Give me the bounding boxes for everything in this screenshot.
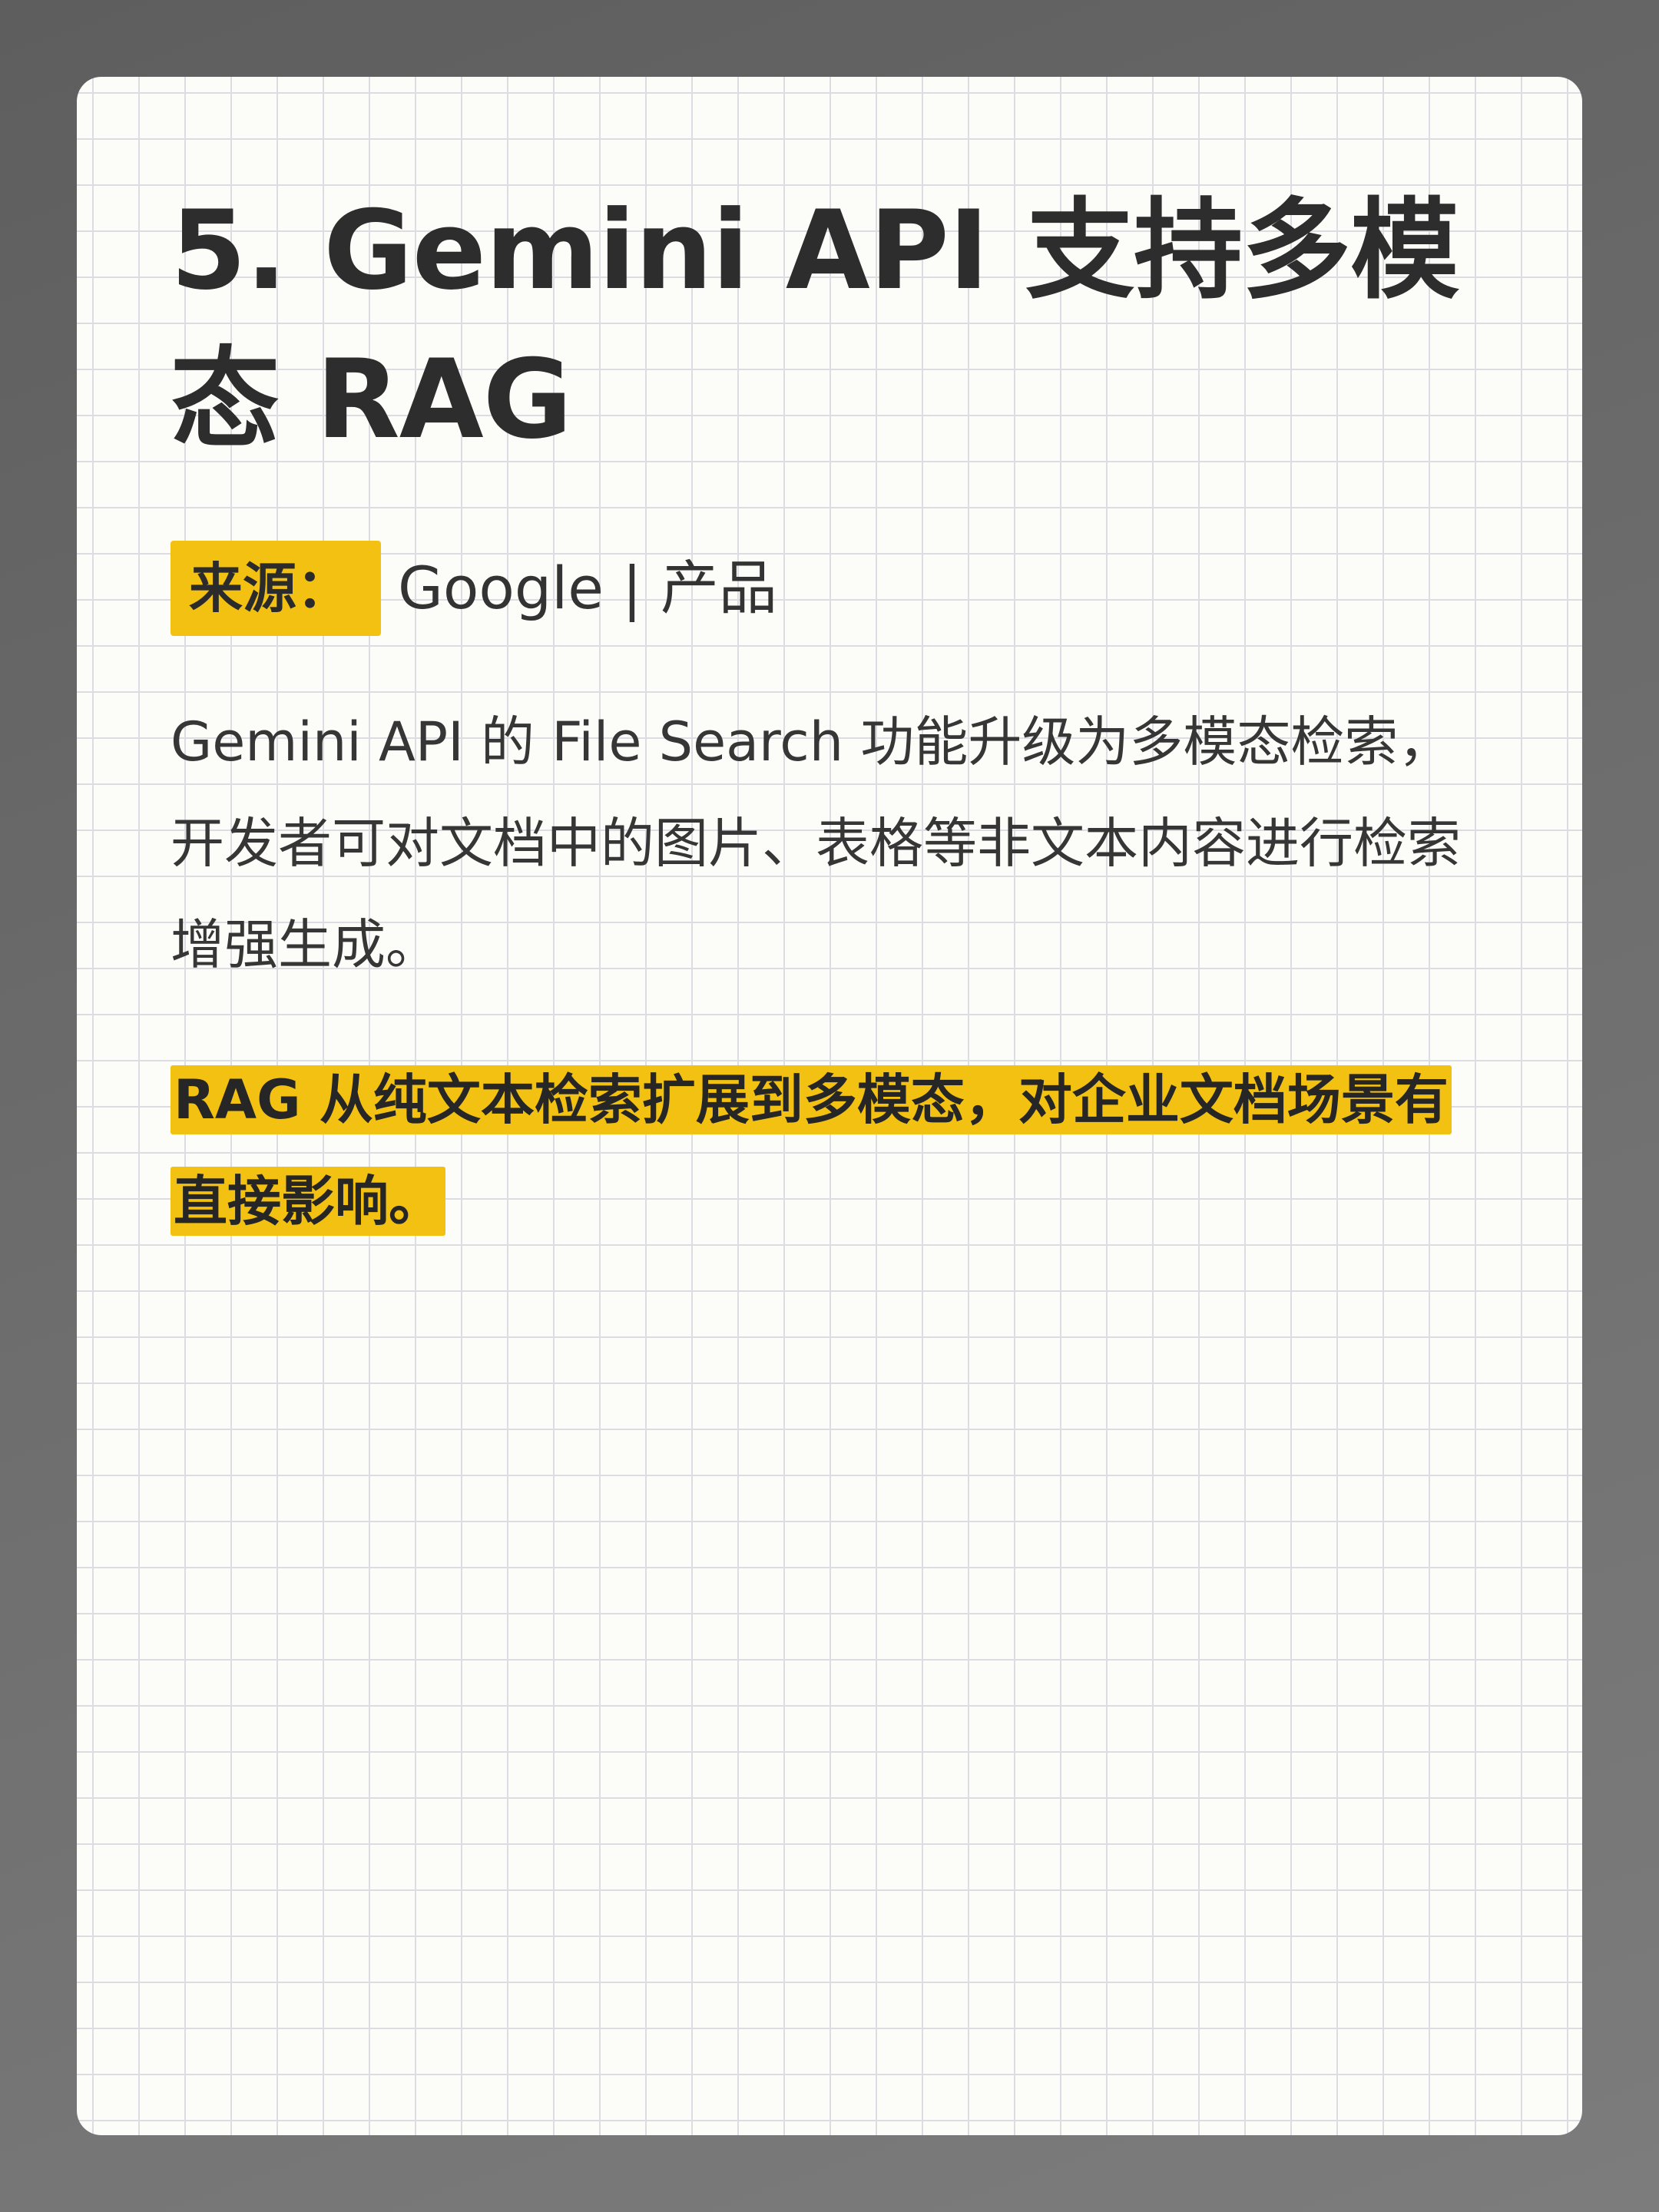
card-title: 5. Gemini API 支持多模态 RAG <box>171 187 1459 463</box>
highlight-text: RAG 从纯文本检索扩展到多模态，对企业文档场景有直接影响。 <box>171 1065 1452 1236</box>
source-value: Google | 产品 <box>398 554 777 622</box>
highlight-box: RAG 从纯文本检索扩展到多模态，对企业文档场景有直接影响。 <box>171 1049 1488 1252</box>
source-row: 来源： Google | 产品 <box>171 541 1488 636</box>
source-label: 来源： <box>171 541 381 636</box>
note-card: 5. Gemini API 支持多模态 RAG 来源： Google | 产品 … <box>77 77 1582 2135</box>
card-content: 5. Gemini API 支持多模态 RAG 来源： Google | 产品 … <box>171 177 1488 1252</box>
description-text: Gemini API 的 File Search 功能升级为多模态检索，开发者可… <box>171 710 1461 976</box>
